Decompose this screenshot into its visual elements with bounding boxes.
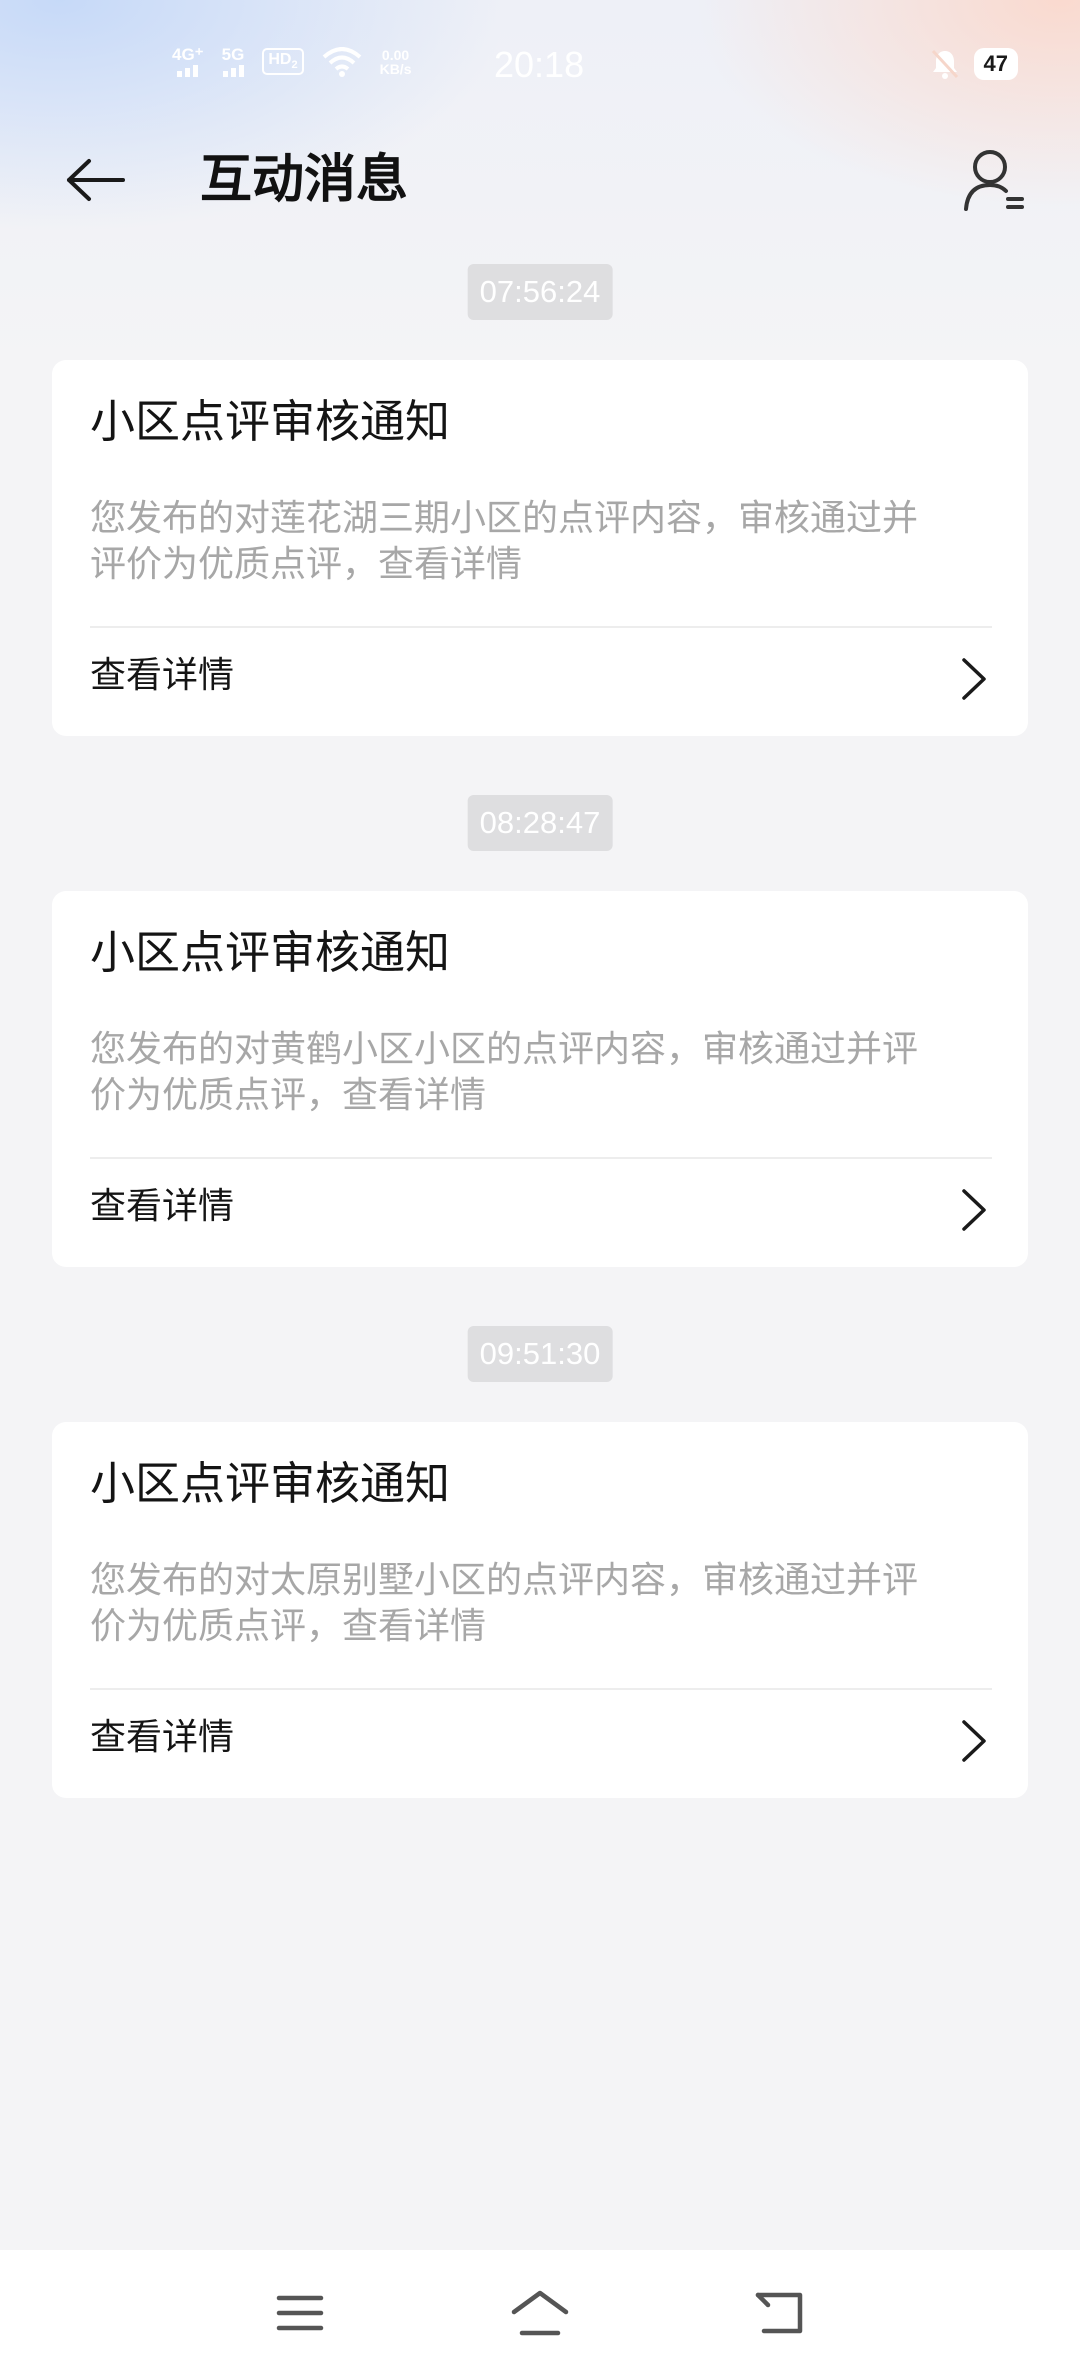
message-card[interactable]: 小区点评审核通知 您发布的对黄鹤小区小区的点评内容，审核通过并评 价为优质点评，… [52, 891, 1028, 1267]
wifi-icon [322, 46, 361, 77]
chevron-right-icon[interactable] [954, 1718, 994, 1764]
network-type-label-2: 5G [221, 45, 245, 64]
message-description: 您发布的对莲花湖三期小区的点评内容，审核通过并 评价为优质点评，查看详情 [90, 496, 1000, 588]
hd-sub: 2 [291, 59, 298, 72]
message-description-line: 评价为优质点评，查看详情 [90, 544, 523, 585]
view-details-link[interactable]: 查看详情 [90, 1181, 234, 1233]
net-speed: 0.00 KB/s [380, 48, 412, 76]
divider [90, 626, 992, 628]
back-icon [755, 2292, 803, 2334]
menu-button[interactable] [260, 2280, 340, 2346]
arrow-left-icon [67, 159, 125, 201]
message-title: 小区点评审核通知 [90, 926, 451, 979]
home-button[interactable] [500, 2280, 580, 2346]
message-title: 小区点评审核通知 [90, 395, 451, 448]
message-description-line: 您发布的对太原别墅小区的点评内容，审核通过并评 [90, 1560, 919, 1601]
message-time: 09:51:30 [467, 1326, 613, 1382]
divider [90, 1157, 992, 1159]
message-title: 小区点评审核通知 [90, 1457, 451, 1510]
message-description: 您发布的对黄鹤小区小区的点评内容，审核通过并评 价为优质点评，查看详情 [90, 1027, 1000, 1119]
page-title: 互动消息 [200, 150, 409, 210]
status-bar: 4G⁺ 5G HD2 0.00 KB/s 20:18 47 [0, 30, 1080, 106]
chevron-right-icon[interactable] [954, 1187, 994, 1233]
divider [90, 1688, 992, 1690]
message-time: 08:28:47 [467, 795, 613, 851]
system-nav-bar [0, 2250, 1080, 2376]
status-icons-left: 4G⁺ 5G HD2 0.00 KB/s [172, 46, 411, 77]
message-card[interactable]: 小区点评审核通知 您发布的对太原别墅小区的点评内容，审核通过并评 价为优质点评，… [52, 1422, 1028, 1798]
net-speed-unit: KB/s [379, 60, 412, 77]
profile-button[interactable] [958, 144, 1030, 216]
hd-badge: HD2 [262, 48, 304, 75]
menu-icon [276, 2295, 324, 2331]
status-icons-right: 47 [930, 48, 1018, 80]
message-description-line: 价为优质点评，查看详情 [90, 1606, 487, 1647]
view-details-link[interactable]: 查看详情 [90, 1712, 234, 1764]
network-type-label: 4G⁺ [172, 45, 204, 64]
message-description-line: 您发布的对黄鹤小区小区的点评内容，审核通过并评 [90, 1029, 919, 1070]
app-header: 互动消息 [0, 130, 1080, 230]
back-nav-button[interactable] [740, 2280, 820, 2346]
message-card[interactable]: 小区点评审核通知 您发布的对莲花湖三期小区的点评内容，审核通过并 评价为优质点评… [52, 360, 1028, 736]
status-time: 20:18 [494, 44, 585, 85]
user-list-icon [964, 150, 1024, 211]
message-description-line: 您发布的对莲花湖三期小区的点评内容，审核通过并 [90, 498, 919, 539]
view-details-link[interactable]: 查看详情 [90, 650, 234, 702]
home-icon [511, 2290, 569, 2336]
battery-icon: 47 [973, 48, 1018, 80]
back-button[interactable] [60, 148, 132, 212]
message-description: 您发布的对太原别墅小区的点评内容，审核通过并评 价为优质点评，查看详情 [90, 1558, 1000, 1650]
message-time: 07:56:24 [467, 264, 613, 320]
chevron-right-icon[interactable] [954, 656, 994, 702]
bell-off-icon [931, 49, 958, 79]
signal-icon: 4G⁺ [172, 46, 204, 77]
net-speed-value: 0.00 [381, 46, 410, 63]
hd-label: HD [268, 51, 292, 69]
signal-icon-2: 5G [221, 45, 245, 77]
message-description-line: 价为优质点评，查看详情 [90, 1075, 487, 1116]
